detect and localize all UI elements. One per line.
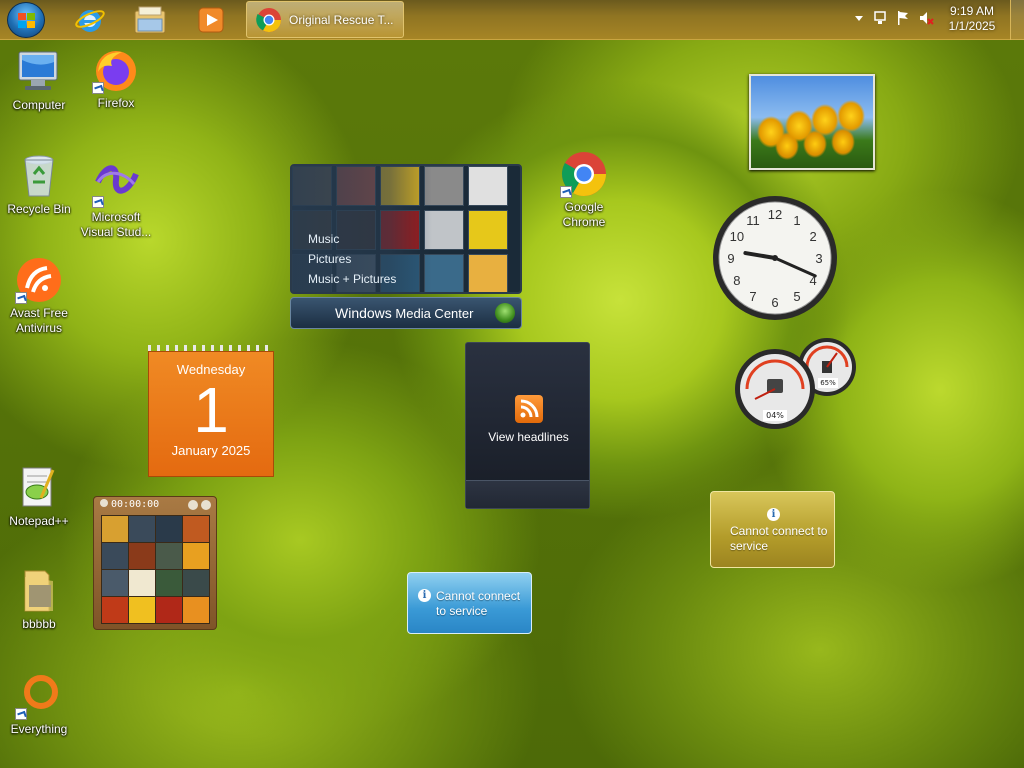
- desktop-icon-label: Recycle Bin: [7, 202, 71, 216]
- clock-numeral: 5: [793, 289, 800, 304]
- network-icon[interactable]: [872, 10, 888, 26]
- clock-numeral: 9: [727, 251, 734, 266]
- slideshow-gadget[interactable]: [749, 74, 875, 170]
- media-center-gadget[interactable]: Music Pictures Music + Pictures Windows …: [290, 164, 522, 330]
- clock-time: 9:19 AM: [949, 4, 995, 18]
- desktop-icon-label: Computer: [12, 98, 66, 112]
- calendar-gadget[interactable]: Wednesday 1 January 2025: [148, 345, 274, 477]
- clock-numeral: 2: [809, 229, 816, 244]
- analog-clock-face: 1234567891011 12: [713, 196, 837, 320]
- menu-item-music-pictures[interactable]: Music + Pictures: [308, 269, 396, 289]
- feed-footer: [466, 480, 589, 508]
- taskbar-pin-internet-explorer[interactable]: [66, 3, 114, 37]
- clock-numeral: 3: [815, 251, 822, 266]
- puzzle-grid[interactable]: [101, 515, 210, 624]
- weather-gadget-gold[interactable]: i Cannot connect to service: [710, 491, 835, 568]
- media-center-title-bar[interactable]: Windows Media Center: [290, 297, 522, 329]
- taskbar-pin-media-player[interactable]: [187, 3, 235, 37]
- internet-explorer-icon: [75, 10, 105, 32]
- shortcut-arrow-icon: [560, 186, 572, 198]
- media-center-title-rest: Media Center: [391, 306, 474, 321]
- media-center-menu: Music Pictures Music + Pictures: [308, 229, 396, 289]
- shortcut-arrow-icon: [92, 196, 104, 208]
- action-center-flag-icon[interactable]: [896, 10, 910, 26]
- windows-orb-icon: [495, 303, 515, 323]
- start-button[interactable]: [7, 2, 45, 38]
- clock-gadget[interactable]: 1 2 3 4 5 6 7 8 9 10 11 12: [711, 194, 839, 322]
- desktop-icon-computer[interactable]: Computer: [1, 48, 77, 113]
- media-center-title-windows: Windows: [335, 305, 392, 321]
- taskbar-button-chrome-window[interactable]: Original Rescue T...: [246, 1, 404, 38]
- desktop-icon-firefox[interactable]: Firefox: [78, 46, 154, 111]
- cpu-meter-gadget[interactable]: 04% 65%: [733, 337, 859, 433]
- weather-error-message: Cannot connect to service: [730, 524, 828, 553]
- puzzle-timer-icon: [100, 499, 108, 507]
- desktop-icon-label: Notepad++: [9, 514, 69, 528]
- puzzle-help-icon[interactable]: [188, 500, 198, 510]
- clock-numeral: 10: [730, 229, 744, 244]
- clock-numeral: 6: [771, 295, 778, 310]
- desktop-icon-bbbbb-folder[interactable]: bbbbb: [1, 567, 77, 632]
- taskbar-button-label: Original Rescue T...: [289, 12, 394, 27]
- picture-puzzle-gadget[interactable]: 00:00:00: [93, 496, 217, 630]
- clock-numeral: 11: [746, 213, 760, 228]
- desktop-icon-recycle-bin[interactable]: Recycle Bin: [1, 152, 77, 217]
- system-tray: [854, 10, 934, 26]
- folder-icon: [24, 570, 53, 612]
- windows-logo-icon: [18, 13, 36, 29]
- menu-item-pictures[interactable]: Pictures: [308, 249, 396, 269]
- volume-muted-icon[interactable]: [918, 10, 934, 26]
- media-player-icon: [198, 7, 224, 33]
- clock-numeral: 12: [768, 207, 782, 222]
- computer-icon: [18, 51, 58, 90]
- clock-date: 1/1/2025: [948, 19, 996, 33]
- clock-center-pin: [772, 255, 778, 261]
- clock-numeral: 1: [793, 213, 800, 228]
- desktop-icon-everything[interactable]: Everything: [1, 672, 77, 737]
- desktop-icon-label: Firefox: [97, 96, 135, 110]
- desktop-icon-label: Google Chrome: [562, 200, 606, 229]
- puzzle-timer: 00:00:00: [111, 499, 160, 510]
- clock-numeral: 8: [733, 273, 740, 288]
- desktop-icon-label: Everything: [10, 722, 68, 736]
- recycle-bin-icon: [24, 155, 54, 197]
- desktop-icon-label: bbbbb: [22, 617, 56, 631]
- memory-usage-readout: 65%: [818, 378, 838, 388]
- shortcut-arrow-icon: [15, 292, 27, 304]
- show-hidden-icons-arrow[interactable]: [854, 13, 864, 23]
- taskbar-clock[interactable]: 9:19 AM 1/1/2025: [944, 4, 1000, 34]
- desktop-icon-label: Microsoft Visual Stud...: [80, 210, 152, 239]
- calendar-day-number: 1: [193, 374, 229, 446]
- desktop-icon-label: Avast Free Antivirus: [10, 306, 68, 335]
- desktop-icon-avast[interactable]: Avast Free Antivirus: [1, 256, 77, 336]
- desktop-icon-notepadpp[interactable]: Notepad++: [1, 464, 77, 529]
- weather-gadget-blue[interactable]: i Cannot connect to service: [407, 572, 532, 634]
- rss-feed-icon: [515, 395, 543, 423]
- shortcut-arrow-icon: [92, 82, 104, 94]
- shortcut-arrow-icon: [15, 708, 27, 720]
- chrome-icon: [256, 7, 281, 32]
- info-icon: i: [767, 508, 780, 521]
- info-icon: i: [418, 589, 431, 602]
- puzzle-peek-icon[interactable]: [201, 500, 211, 510]
- view-headlines-link[interactable]: View headlines: [466, 430, 591, 444]
- visual-studio-icon: [95, 165, 139, 194]
- clock-numeral: 7: [749, 289, 756, 304]
- feed-headlines-gadget[interactable]: View headlines: [465, 342, 590, 509]
- taskbar: Original Rescue T... 9:19 AM 1/1/2025: [0, 0, 1024, 40]
- menu-item-music[interactable]: Music: [308, 229, 396, 249]
- calendar-month-year: January 2025: [171, 443, 251, 458]
- taskbar-pin-windows-explorer[interactable]: [126, 3, 174, 37]
- notepadpp-icon: [22, 467, 55, 507]
- desktop-icon-google-chrome[interactable]: Google Chrome: [546, 150, 622, 230]
- media-center-tiles: Music Pictures Music + Pictures: [290, 164, 522, 294]
- desktop-icon-visual-studio[interactable]: Microsoft Visual Stud...: [78, 160, 154, 240]
- windows-explorer-icon: [134, 6, 166, 34]
- show-desktop-button[interactable]: [1010, 0, 1024, 40]
- cpu-usage-readout: 04%: [763, 410, 787, 421]
- weather-error-message: Cannot connect to service: [436, 589, 521, 618]
